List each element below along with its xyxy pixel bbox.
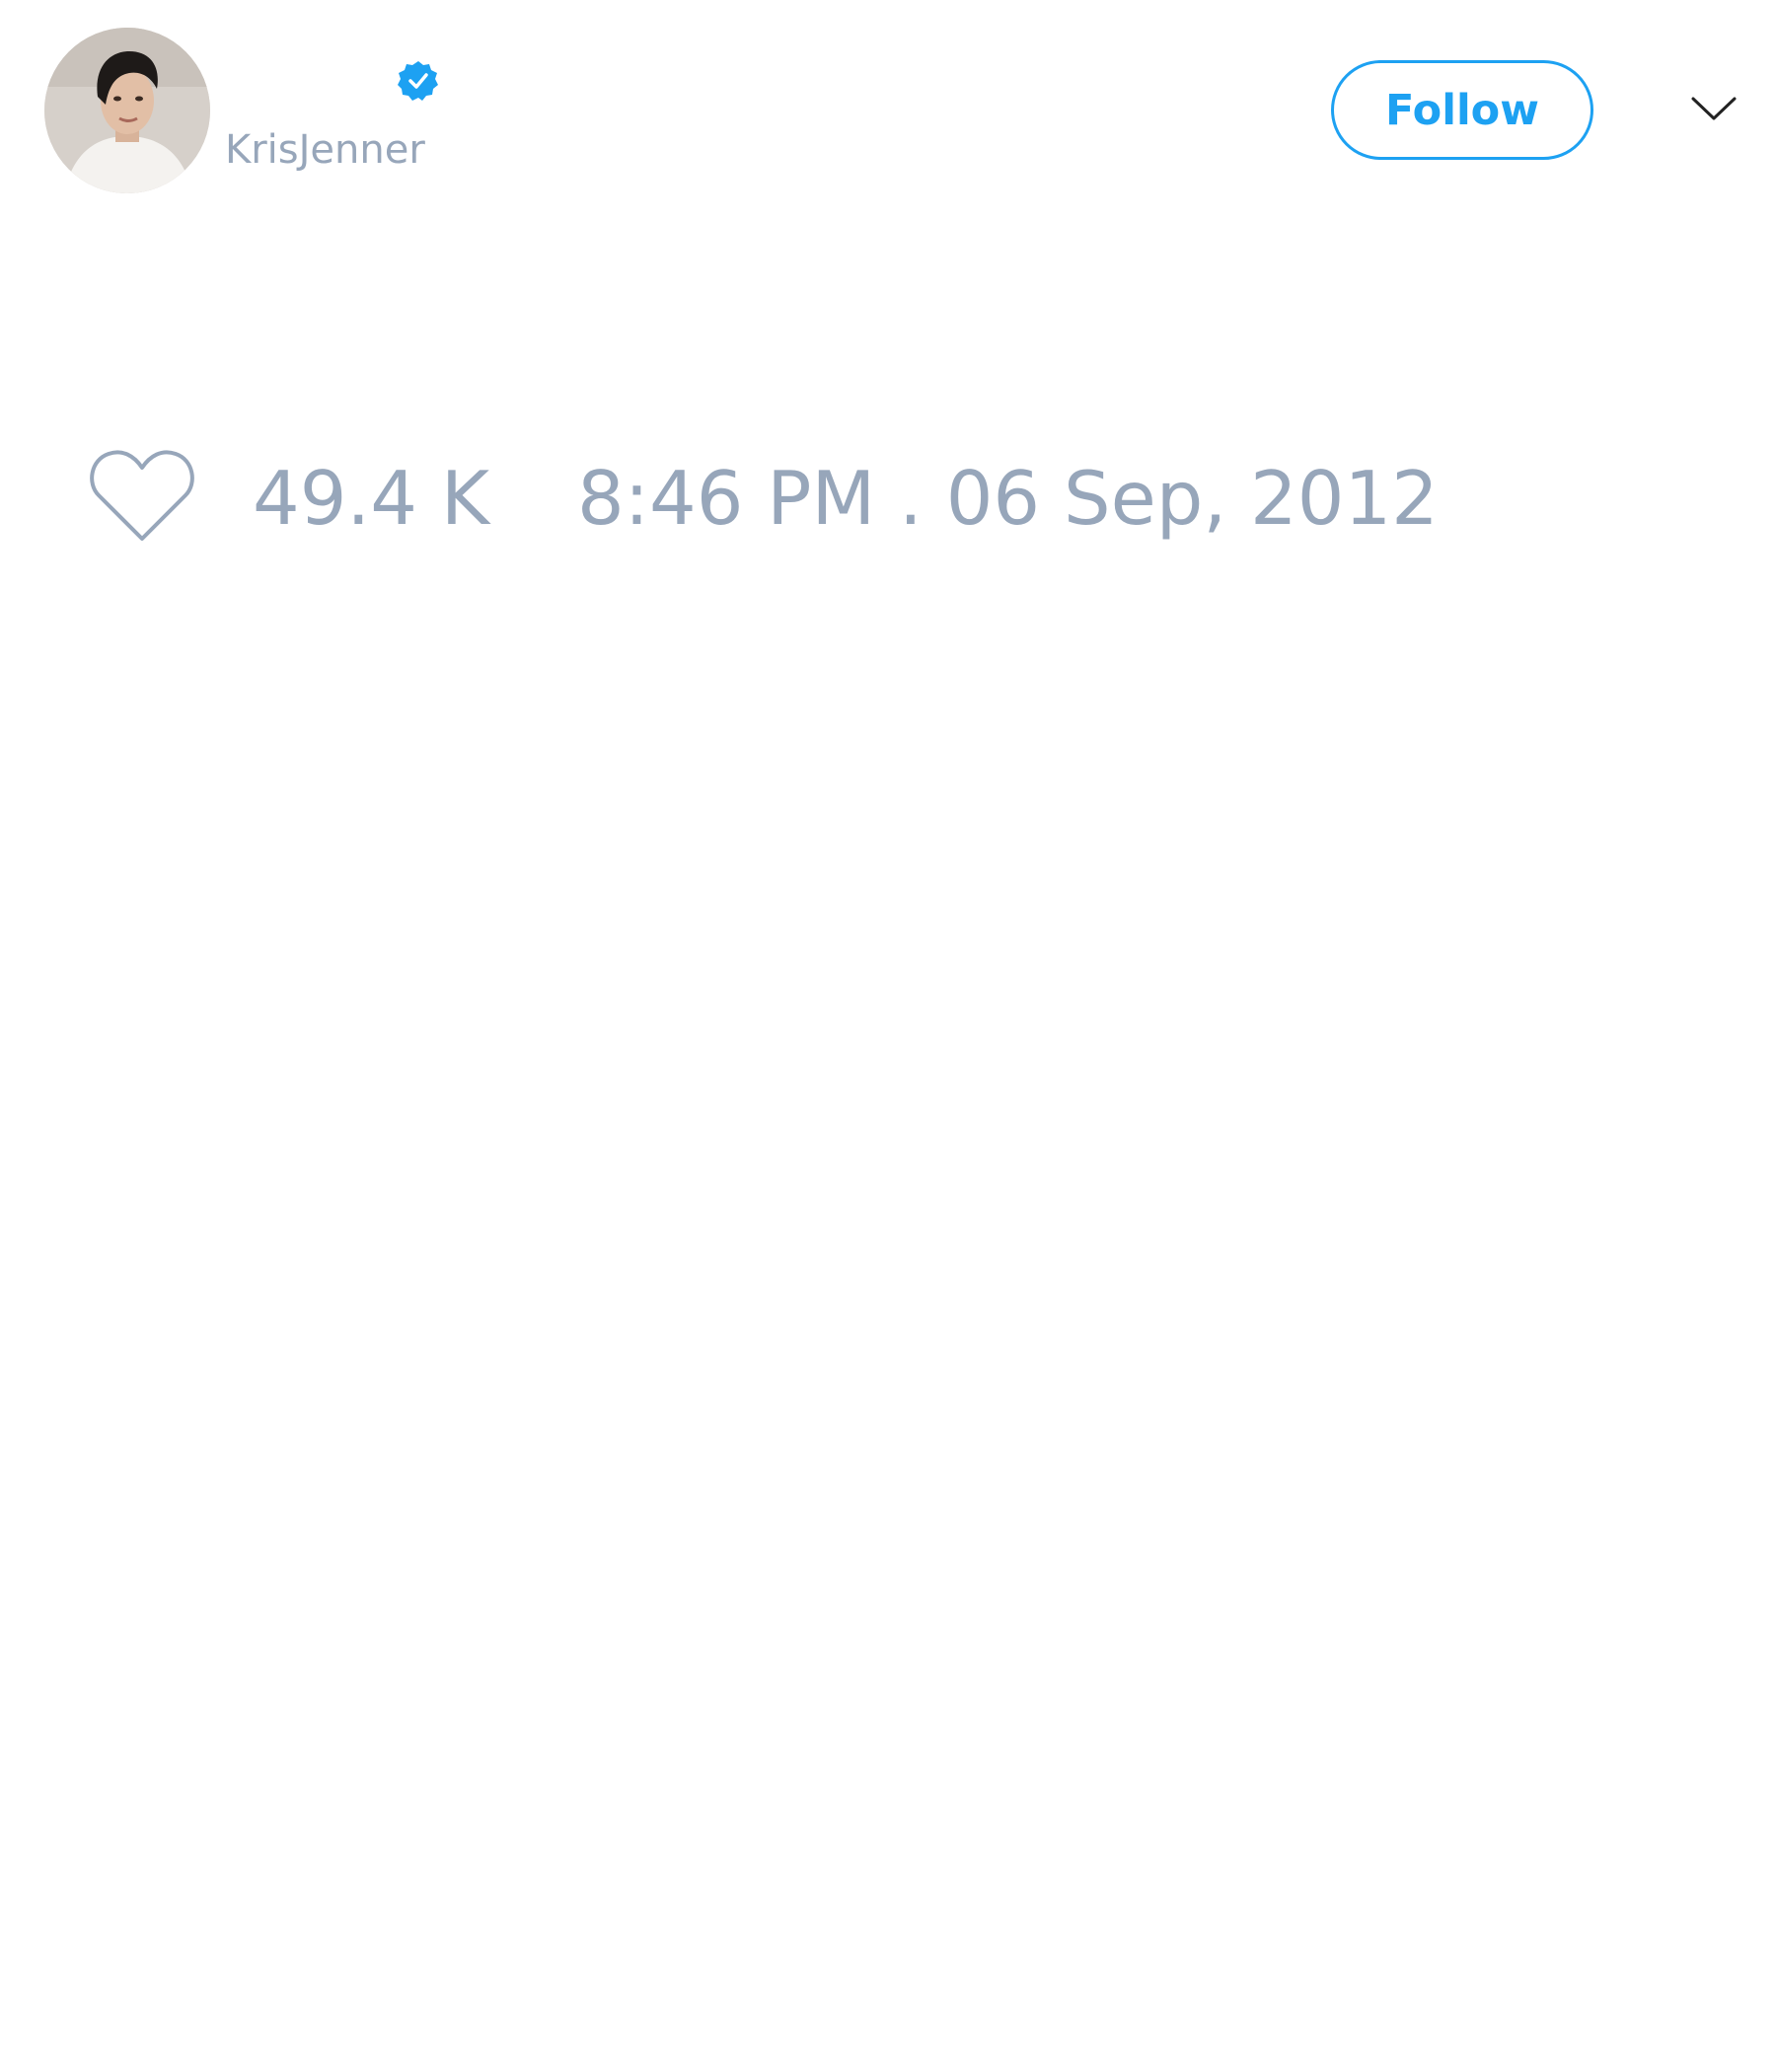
author-handle[interactable]: KrisJenner	[225, 126, 425, 174]
verified-badge-icon	[398, 61, 438, 101]
like-count: 49.4 K	[253, 455, 490, 542]
tweet-card: KrisJenner Follow 49.4 K 8:46 PM . 06 Se…	[0, 0, 1776, 2072]
tweet-header: KrisJenner Follow	[0, 0, 1776, 217]
tweet-timestamp[interactable]: 8:46 PM . 06 Sep, 2012	[577, 454, 1439, 543]
heart-icon[interactable]	[89, 446, 195, 545]
avatar-image	[44, 28, 210, 193]
follow-button[interactable]: Follow	[1331, 60, 1593, 160]
avatar[interactable]	[44, 28, 210, 193]
chevron-down-icon[interactable]	[1689, 89, 1739, 128]
tweet-meta-row: 49.4 K 8:46 PM . 06 Sep, 2012	[0, 434, 1776, 572]
